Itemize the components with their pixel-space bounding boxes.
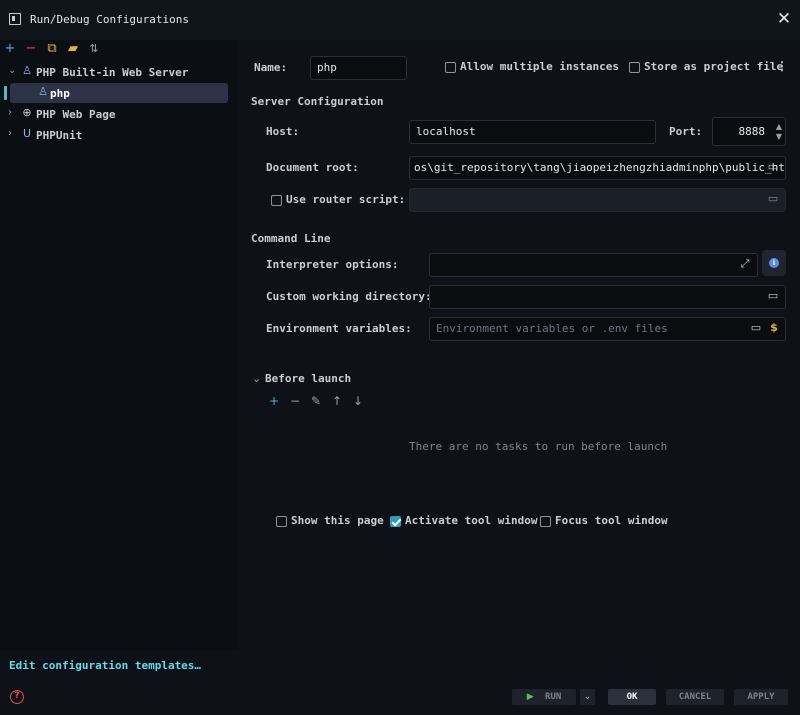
- run-icon: ▶: [526, 692, 534, 702]
- run-dropdown-button[interactable]: ⌄: [580, 689, 595, 705]
- info-button[interactable]: i: [762, 250, 786, 276]
- host-field[interactable]: localhost: [409, 120, 656, 144]
- router-script-field: [409, 188, 786, 212]
- tree-item-label: PHP Web Page: [36, 108, 116, 121]
- add-icon[interactable]: +: [3, 42, 17, 56]
- tree-item-phpunit[interactable]: › U PHPUnit: [0, 125, 238, 145]
- document-root-field[interactable]: os\git_repository\tang\jiaopeizhengzhiad…: [409, 156, 786, 180]
- command-line-heading: Command Line: [251, 232, 331, 245]
- php-config-icon: ♙: [38, 85, 48, 98]
- activate-tool-window-checkbox[interactable]: [390, 516, 401, 527]
- focus-tool-window-checkbox[interactable]: [540, 516, 551, 527]
- globe-icon: ⊕: [22, 106, 32, 119]
- title-bar: Run/Debug Configurations ✕: [0, 0, 800, 40]
- folder-icon[interactable]: ▰: [66, 42, 80, 56]
- activate-tool-window-label: Activate tool window: [405, 514, 538, 527]
- ok-button[interactable]: OK: [608, 689, 656, 705]
- folder-browse-icon[interactable]: ▭: [766, 161, 780, 173]
- folder-browse-icon: ▭: [767, 192, 779, 205]
- remove-icon[interactable]: −: [24, 42, 38, 56]
- app-icon: [9, 13, 21, 25]
- allow-multiple-label: Allow multiple instances: [460, 60, 619, 73]
- more-options-icon[interactable]: ⋮: [776, 59, 788, 73]
- tree-item-php[interactable]: ♙ php: [10, 83, 228, 103]
- sidebar: + − ⧉ ▰ ⇅ ⌄ ♙ PHP Built-in Web Server ♙ …: [0, 40, 238, 650]
- tree-item-label: php: [50, 87, 70, 100]
- empty-tasks-message: There are no tasks to run before launch: [409, 440, 668, 453]
- copy-icon[interactable]: ⧉: [45, 42, 59, 56]
- sidebar-toolbar: + − ⧉ ▰ ⇅: [0, 40, 238, 60]
- apply-button[interactable]: APPLY: [734, 689, 788, 705]
- focus-tool-window-label: Focus tool window: [555, 514, 668, 527]
- tree-item-php-web-page[interactable]: › ⊕ PHP Web Page: [0, 104, 238, 124]
- working-directory-label: Custom working directory:: [266, 290, 432, 303]
- env-vars-label: Environment variables:: [266, 322, 412, 335]
- run-button[interactable]: ▶ RUN: [512, 689, 576, 705]
- chevron-right-icon[interactable]: ›: [8, 107, 18, 118]
- working-directory-field[interactable]: [429, 285, 786, 309]
- info-icon: i: [769, 258, 779, 268]
- host-label: Host:: [266, 125, 300, 138]
- name-label: Name:: [254, 61, 288, 74]
- move-down-icon[interactable]: ↓: [352, 395, 364, 407]
- store-project-checkbox[interactable]: [629, 62, 640, 73]
- php-server-icon: ♙: [22, 64, 32, 77]
- chevron-down-icon[interactable]: ⌄: [252, 372, 261, 385]
- window-title: Run/Debug Configurations: [30, 13, 189, 26]
- tree-item-label: PHP Built-in Web Server: [36, 66, 189, 79]
- cancel-button[interactable]: CANCEL: [666, 689, 724, 705]
- phpunit-icon: U: [22, 127, 32, 140]
- edit-task-icon[interactable]: ✎: [310, 395, 322, 407]
- tree-item-php-builtin-server[interactable]: ⌄ ♙ PHP Built-in Web Server: [0, 62, 238, 82]
- chevron-right-icon[interactable]: ›: [8, 128, 18, 139]
- show-page-checkbox[interactable]: [276, 516, 287, 527]
- router-script-checkbox[interactable]: [271, 195, 282, 206]
- show-page-label: Show this page: [291, 514, 384, 527]
- before-launch-heading[interactable]: Before launch: [265, 372, 351, 385]
- env-vars-field[interactable]: Environment variables or .env files: [429, 317, 786, 341]
- dollar-icon[interactable]: $: [767, 322, 781, 334]
- remove-task-icon[interactable]: −: [289, 395, 301, 407]
- move-up-icon[interactable]: ↑: [331, 395, 343, 407]
- close-icon[interactable]: ✕: [775, 10, 793, 28]
- folder-browse-icon[interactable]: ▭: [766, 290, 780, 302]
- selection-indicator: [4, 86, 7, 100]
- sort-icon[interactable]: ⇅: [87, 42, 101, 56]
- add-task-icon[interactable]: +: [268, 395, 280, 407]
- server-config-heading: Server Configuration: [251, 95, 384, 108]
- folder-browse-icon[interactable]: ▭: [749, 322, 763, 334]
- router-script-label: Use router script:: [286, 193, 406, 206]
- edit-templates-link[interactable]: Edit configuration templates…: [9, 659, 201, 672]
- help-icon[interactable]: ?: [10, 690, 24, 704]
- expand-icon[interactable]: ⤢: [738, 258, 752, 270]
- allow-multiple-checkbox[interactable]: [445, 62, 456, 73]
- tree-item-label: PHPUnit: [36, 129, 83, 142]
- port-label: Port:: [669, 125, 703, 138]
- interpreter-options-field[interactable]: [429, 253, 758, 277]
- store-project-label: Store as project file: [644, 60, 784, 73]
- chevron-down-icon[interactable]: ⌄: [8, 65, 18, 76]
- run-button-label: RUN: [545, 692, 562, 702]
- name-field[interactable]: php: [310, 56, 407, 80]
- interpreter-options-label: Interpreter options:: [266, 258, 399, 271]
- document-root-label: Document root:: [266, 161, 359, 174]
- spinner-down-icon[interactable]: ▼: [772, 131, 786, 143]
